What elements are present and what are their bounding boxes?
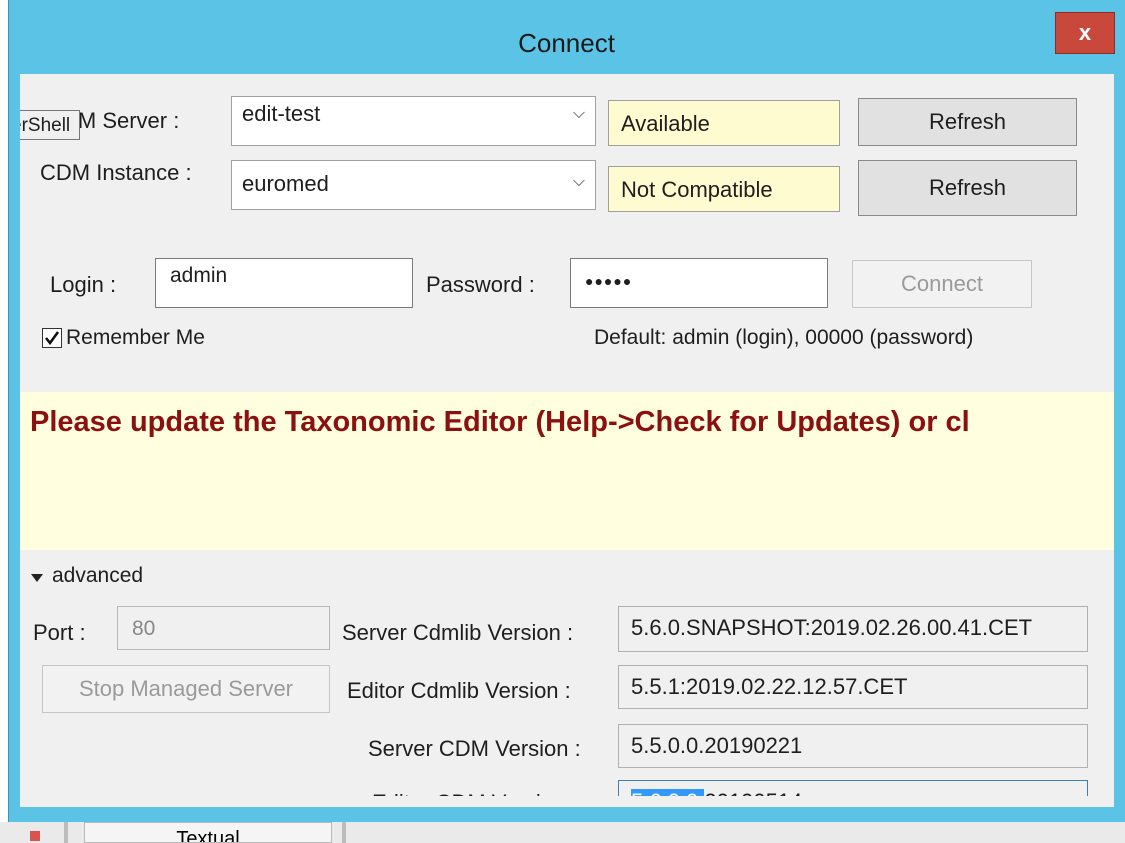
window-title: Connect	[518, 28, 615, 58]
tooltip: erShell	[20, 110, 80, 140]
server-status-field: Available	[608, 100, 840, 146]
divider	[64, 822, 68, 843]
update-message-box: Please update the Taxonomic Editor (Help…	[20, 392, 1114, 550]
triangle-down-icon[interactable]	[30, 571, 44, 585]
chevron-down-icon[interactable]: ⌵	[573, 173, 585, 191]
remember-me-label: Remember Me	[66, 326, 205, 349]
stop-managed-server-button[interactable]: Stop Managed Server	[42, 665, 330, 713]
port-input[interactable]: 80	[117, 606, 330, 650]
dialog-body: DM Server : edit-test ⌵ Available Refres…	[20, 74, 1114, 807]
login-label: Login :	[50, 272, 117, 297]
login-input[interactable]: admin	[155, 258, 413, 308]
divider	[342, 822, 346, 843]
connect-button[interactable]: Connect	[852, 260, 1032, 308]
default-credentials-hint: Default: admin (login), 00000 (password)	[594, 326, 974, 349]
cdm-instance-select[interactable]: euromed ⌵	[231, 160, 596, 210]
cdm-instance-label: CDM Instance :	[40, 160, 192, 185]
cdm-server-select[interactable]: edit-test ⌵	[231, 96, 596, 146]
app-icon[interactable]	[30, 831, 40, 841]
password-input[interactable]: ●●●●●	[570, 258, 828, 308]
password-label: Password :	[426, 272, 535, 297]
taskbar: Textual	[0, 822, 1125, 843]
checkmark-icon	[44, 331, 60, 346]
remember-me-checkbox[interactable]	[42, 328, 62, 348]
cdm-instance-value: euromed	[242, 171, 329, 196]
instance-status-field: Not Compatible	[608, 166, 840, 212]
close-button[interactable]: x	[1055, 12, 1115, 54]
port-label: Port :	[33, 620, 86, 645]
advanced-toggle[interactable]: advanced	[52, 564, 143, 588]
update-message: Please update the Taxonomic Editor (Help…	[30, 406, 970, 438]
scroll-clip	[20, 796, 1114, 807]
server-cdmlib-version-label: Server Cdmlib Version :	[342, 620, 574, 645]
chevron-down-icon[interactable]: ⌵	[573, 105, 585, 123]
instance-refresh-button[interactable]: Refresh	[858, 160, 1077, 216]
server-cdm-version-field: 5.5.0.0.20190221	[618, 724, 1088, 768]
server-cdm-version-label: Server CDM Version :	[368, 736, 581, 761]
taskbar-tab-textual[interactable]: Textual	[84, 822, 332, 843]
editor-cdmlib-version-field: 5.5.1:2019.02.22.12.57.CET	[618, 665, 1088, 709]
cdm-server-value: edit-test	[242, 101, 321, 126]
editor-cdmlib-version-label: Editor Cdmlib Version :	[347, 678, 571, 703]
server-refresh-button[interactable]: Refresh	[858, 98, 1077, 146]
server-cdmlib-version-field: 5.6.0.SNAPSHOT:2019.02.26.00.41.CET	[618, 606, 1088, 652]
